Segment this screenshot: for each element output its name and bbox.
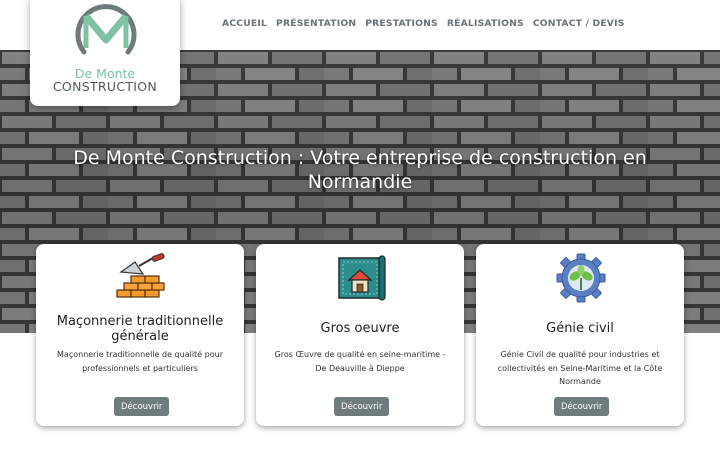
logo-name-line2: CONSTRUCTION — [52, 79, 158, 94]
card-text: Gros Œuvre de qualité en seine-maritime … — [274, 350, 446, 373]
service-card-gros-oeuvre: Gros oeuvre Gros Œuvre de qualité en sei… — [256, 244, 464, 426]
hero-title: De Monte Construction : Votre entreprise… — [73, 147, 647, 193]
nav-item-prestations[interactable]: PRESTATIONS — [365, 18, 438, 29]
logo[interactable]: De Monte CONSTRUCTION — [30, 0, 180, 106]
discover-button-genie-civil[interactable]: Découvrir — [554, 397, 610, 416]
gear-plant-icon — [556, 253, 606, 303]
nav-item-contact-devis[interactable]: CONTACT / DEVIS — [533, 18, 625, 29]
trowel-bricks-icon — [116, 253, 165, 298]
card-title: Génie civil — [546, 321, 614, 336]
card-text: Maçonnerie traditionnelle de qualité pou… — [57, 350, 223, 373]
nav-item-presentation[interactable]: PRÉSENTATION — [276, 18, 356, 29]
nav-item-realisations[interactable]: RÉALISATIONS — [447, 18, 524, 29]
service-card-maconnerie: Maçonnerie traditionnelle générale Maçon… — [36, 244, 244, 426]
card-title: Maçonnerie traditionnelle générale — [56, 314, 224, 344]
discover-button-maconnerie[interactable]: Découvrir — [114, 397, 170, 416]
service-card-genie-civil: Génie civil Génie Civil de qualité pour … — [476, 244, 684, 426]
card-text: Génie Civil de qualité pour industries e… — [497, 350, 663, 386]
page: ACCUEIL PRÉSENTATION PRESTATIONS RÉALISA… — [0, 0, 720, 450]
main-nav: ACCUEIL PRÉSENTATION PRESTATIONS RÉALISA… — [222, 18, 634, 29]
discover-button-gros-oeuvre[interactable]: Découvrir — [334, 397, 390, 416]
house-blueprint-icon — [338, 255, 386, 301]
logo-mark-icon — [75, 4, 137, 55]
nav-item-accueil[interactable]: ACCUEIL — [222, 18, 267, 29]
card-title: Gros oeuvre — [320, 321, 400, 336]
